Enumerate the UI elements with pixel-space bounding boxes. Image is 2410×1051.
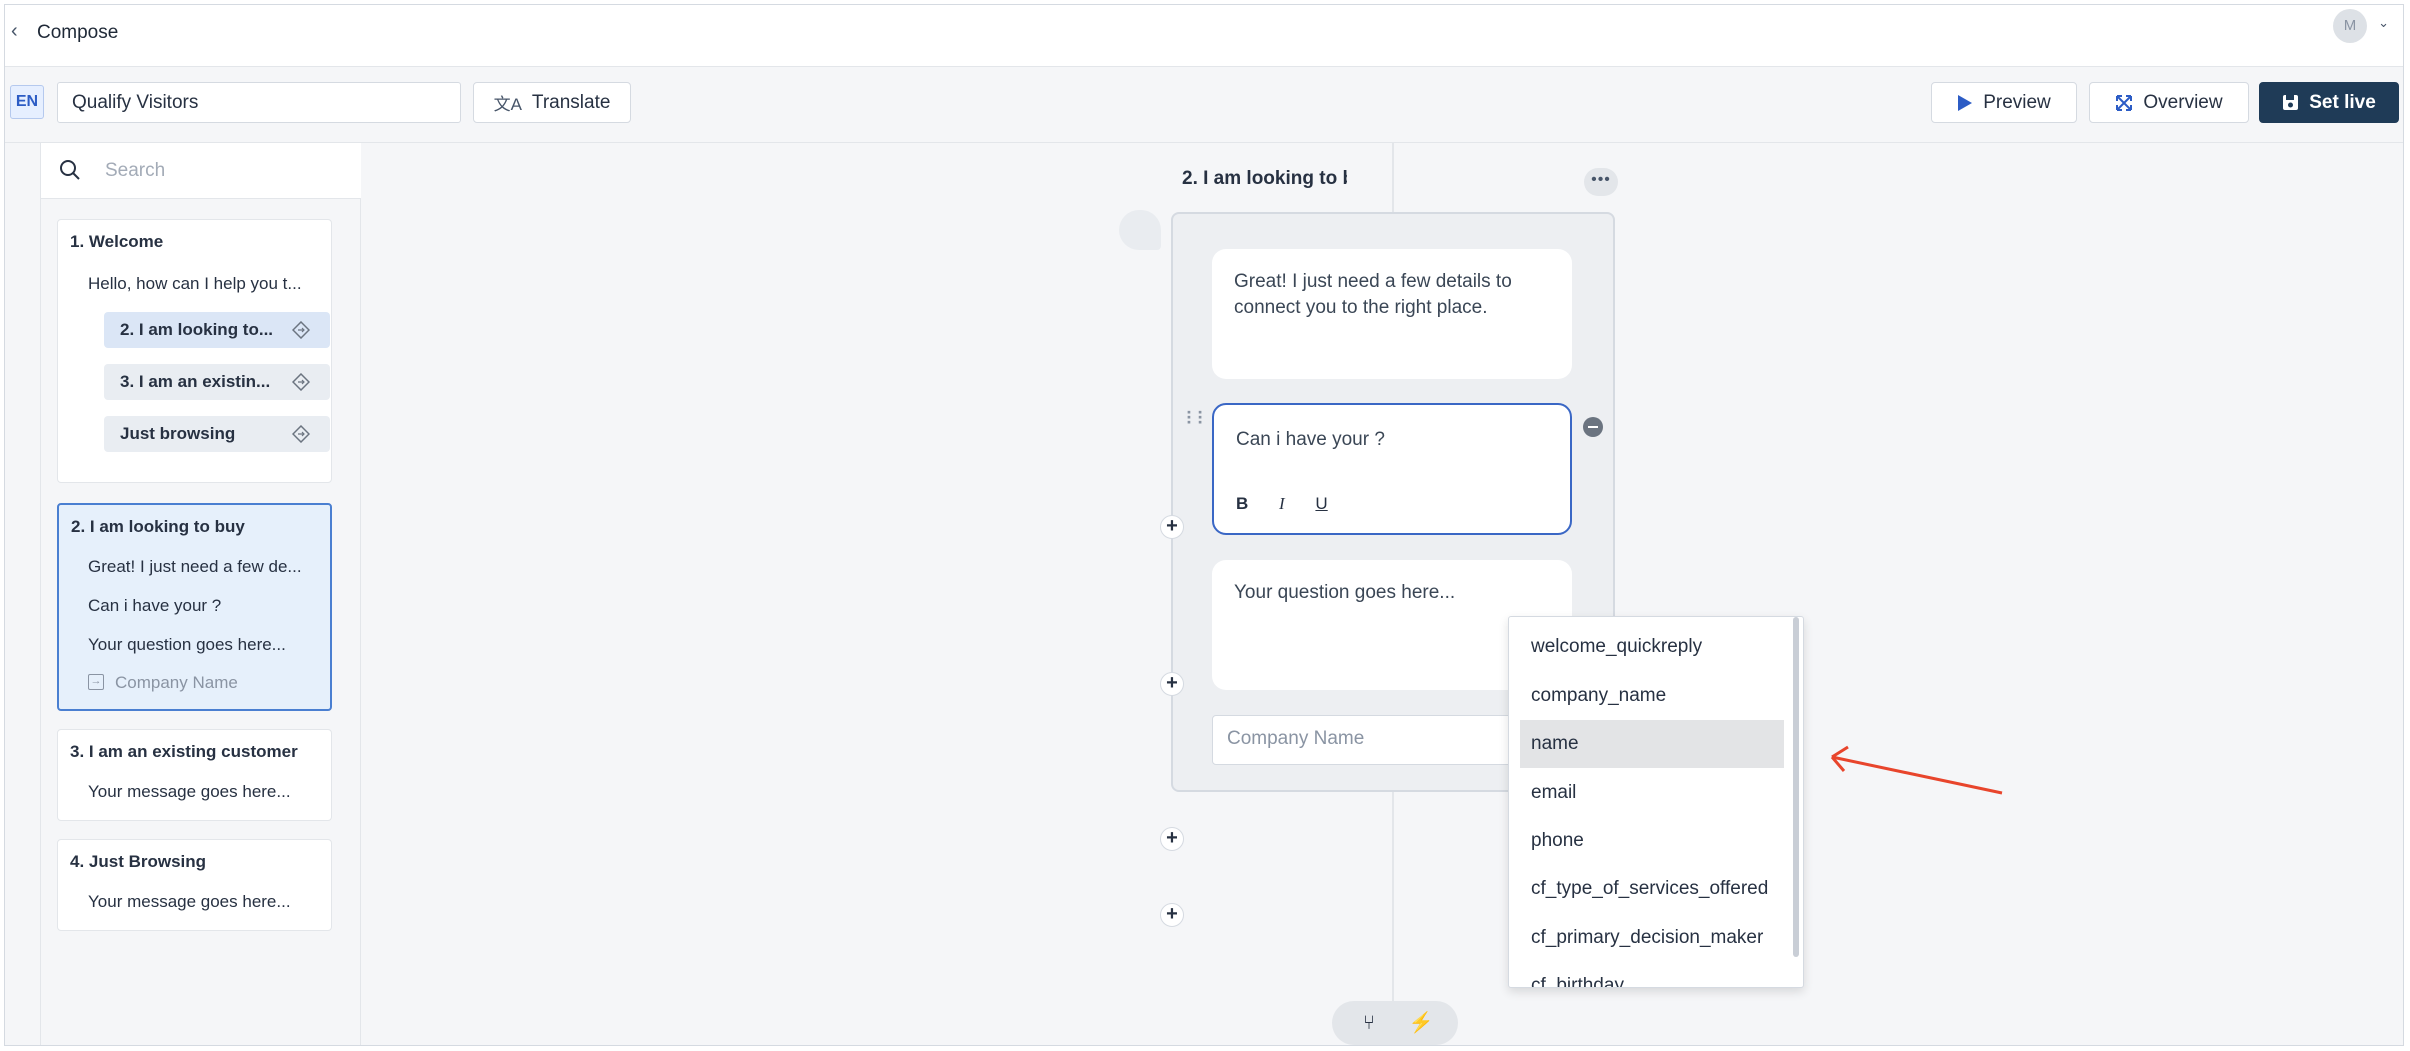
message-text: Your question goes here... bbox=[1234, 582, 1456, 603]
add-message-button[interactable]: + bbox=[1160, 672, 1184, 696]
card-title: 1. Welcome bbox=[70, 232, 164, 251]
search-input[interactable] bbox=[105, 155, 345, 187]
dropdown-option[interactable]: cf_type_of_services_offered bbox=[1520, 865, 1784, 913]
preview-button[interactable]: Preview bbox=[1931, 82, 2077, 123]
translate-icon: 文A bbox=[493, 95, 522, 114]
reply-label: 3. I am an existin... bbox=[120, 372, 271, 391]
dropdown-option[interactable]: email bbox=[1520, 769, 1784, 817]
branch-icon[interactable]: ⑂ bbox=[1352, 1007, 1386, 1039]
list-item: Your question goes here... bbox=[88, 635, 286, 654]
chevron-down-icon[interactable]: ⌄ bbox=[2378, 15, 2389, 31]
message-text[interactable]: Can i have your ? bbox=[1236, 429, 1385, 450]
sidebar-card-looking-to-buy[interactable]: 2. I am looking to buy Great! I just nee… bbox=[57, 503, 332, 711]
bot-avatar-bubble bbox=[1119, 210, 1161, 250]
sidebar-card-existing-customer[interactable]: 3. I am an existing customer Your messag… bbox=[57, 729, 332, 821]
set-live-label: Set live bbox=[2309, 91, 2376, 113]
more-options-icon[interactable]: ••• bbox=[1584, 168, 1618, 196]
dropdown-option[interactable]: cf_birthday bbox=[1520, 962, 1784, 987]
card-title: 2. I am looking to buy bbox=[71, 517, 245, 536]
add-message-button[interactable]: + bbox=[1160, 903, 1184, 927]
list-item: Your message goes here... bbox=[88, 892, 291, 911]
overview-button[interactable]: Overview bbox=[2089, 82, 2249, 123]
sidebar-reply-existing[interactable]: 3. I am an existin... bbox=[104, 364, 330, 400]
add-message-button[interactable]: + bbox=[1160, 827, 1184, 851]
bold-button[interactable]: B bbox=[1236, 494, 1248, 513]
list-item: Your message goes here... bbox=[88, 782, 291, 801]
dropdown-option-highlighted[interactable]: name bbox=[1520, 720, 1784, 768]
sidebar: 1. Welcome Hello, how can I help you t..… bbox=[41, 143, 361, 1045]
remove-message-icon[interactable] bbox=[1583, 417, 1603, 437]
left-rail bbox=[5, 143, 41, 1045]
branch-diamond-icon bbox=[292, 373, 310, 391]
app-window: ‹ Compose M ⌄ EN 文A Translate Preview Ov… bbox=[4, 4, 2404, 1046]
dropdown-option[interactable]: phone bbox=[1520, 817, 1784, 865]
play-icon bbox=[1958, 94, 1973, 111]
translate-button[interactable]: 文A Translate bbox=[473, 82, 631, 123]
sidebar-card-just-browsing[interactable]: 4. Just Browsing Your message goes here.… bbox=[57, 839, 332, 931]
bottom-action-bar: ⑂ ⚡ bbox=[1332, 1001, 1458, 1045]
overview-label: Overview bbox=[2143, 91, 2223, 113]
search-bar bbox=[41, 143, 361, 199]
branch-diamond-icon bbox=[292, 321, 310, 339]
translate-label: Translate bbox=[531, 91, 611, 113]
block-title: 2. I am looking to bu bbox=[1182, 168, 1347, 189]
message-bubble[interactable]: Great! I just need a few details to conn… bbox=[1212, 249, 1572, 379]
preview-label: Preview bbox=[1983, 91, 2051, 113]
input-placeholder: Company Name bbox=[1227, 728, 1365, 749]
chevron-left-icon[interactable]: ‹ bbox=[11, 20, 18, 43]
sidebar-card-welcome[interactable]: 1. Welcome Hello, how can I help you t..… bbox=[57, 219, 332, 483]
reply-label: Just browsing bbox=[120, 424, 236, 443]
sidebar-reply-browsing[interactable]: Just browsing bbox=[104, 416, 330, 452]
avatar[interactable]: M bbox=[2333, 9, 2367, 43]
language-badge[interactable]: EN bbox=[10, 85, 44, 119]
dropdown-option[interactable]: welcome_quickreply bbox=[1520, 623, 1784, 671]
lightning-icon[interactable]: ⚡ bbox=[1404, 1007, 1438, 1039]
card-title: 4. Just Browsing bbox=[70, 852, 207, 871]
list-item: Hello, how can I help you t... bbox=[88, 274, 302, 293]
scrollbar[interactable] bbox=[1793, 617, 1799, 957]
branch-diamond-icon bbox=[292, 425, 310, 443]
toolbar: EN 文A Translate Preview Overview Set liv… bbox=[5, 67, 2403, 143]
sidebar-reply-looking[interactable]: 2. I am looking to... bbox=[104, 312, 330, 348]
format-toolbar: B I U bbox=[1236, 491, 1354, 517]
page-title: Compose bbox=[37, 22, 119, 43]
input-field-icon: → bbox=[88, 674, 104, 690]
message-text: Great! I just need a few details to conn… bbox=[1234, 271, 1512, 318]
list-item: Great! I just need a few de... bbox=[88, 557, 302, 576]
save-icon bbox=[2283, 95, 2299, 110]
dropdown-option[interactable]: cf_primary_decision_maker bbox=[1520, 914, 1784, 962]
dropdown-option[interactable]: company_name bbox=[1520, 672, 1784, 720]
reply-label: 2. I am looking to... bbox=[120, 320, 274, 339]
drag-handle-icon[interactable]: ⠇⠇ bbox=[1185, 410, 1209, 428]
italic-button[interactable]: I bbox=[1279, 494, 1285, 513]
add-message-button[interactable]: + bbox=[1160, 515, 1184, 539]
card-title: 3. I am an existing customer bbox=[70, 742, 298, 761]
annotation-arrow bbox=[1830, 745, 2003, 795]
variable-dropdown[interactable]: welcome_quickreply company_name name ema… bbox=[1508, 616, 1804, 988]
top-bar: ‹ Compose M ⌄ bbox=[5, 5, 2403, 67]
message-editor[interactable]: Can i have your ? B I U bbox=[1212, 403, 1572, 535]
flow-name-input[interactable] bbox=[57, 82, 461, 123]
list-item: Company Name bbox=[115, 673, 238, 692]
list-item: Can i have your ? bbox=[88, 596, 222, 615]
underline-button[interactable]: U bbox=[1315, 494, 1327, 513]
set-live-button[interactable]: Set live bbox=[2259, 82, 2399, 123]
expand-icon bbox=[2116, 94, 2133, 111]
search-icon bbox=[60, 160, 80, 180]
